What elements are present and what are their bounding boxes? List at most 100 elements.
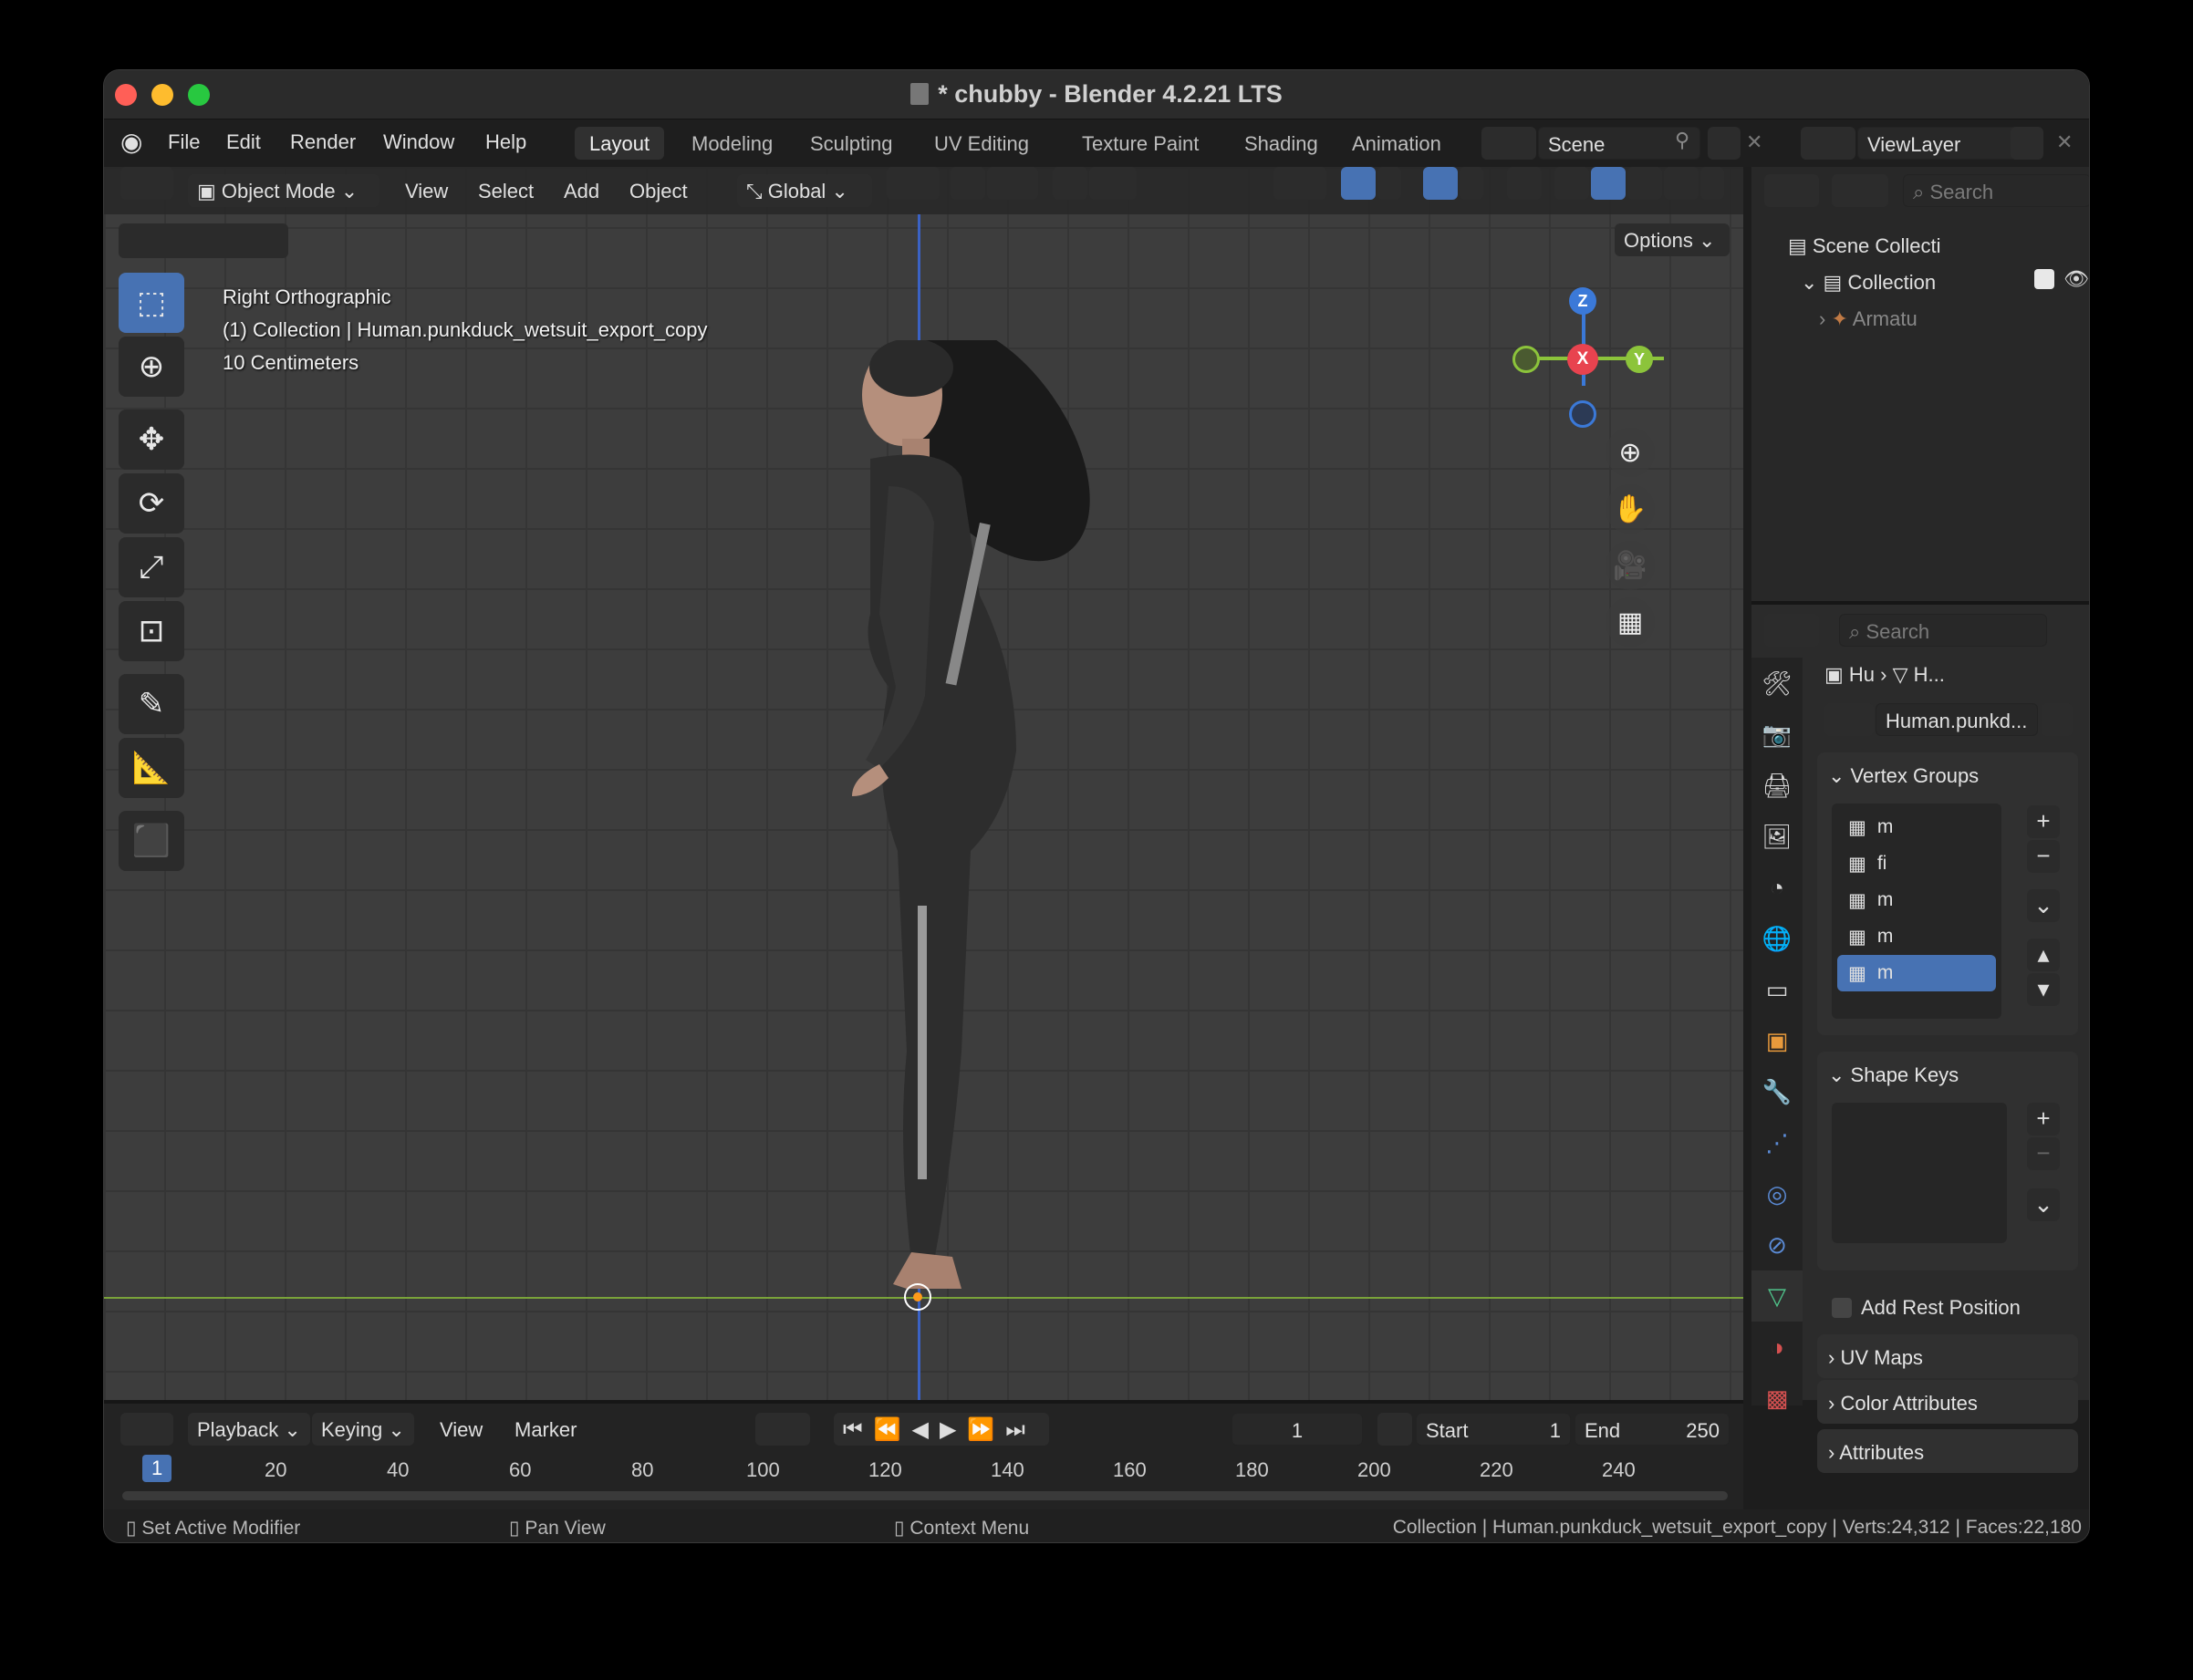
move-up-button[interactable]: ▴ [2027,939,2060,971]
output-tab-icon[interactable]: 🖨 [1751,760,1803,811]
texture-tab-icon[interactable]: ▩ [1751,1373,1803,1424]
object-tab-icon[interactable]: ▣ [1751,1015,1803,1066]
remove-shape-key-button[interactable]: − [2027,1137,2060,1170]
tab-modeling[interactable]: Modeling [677,127,787,160]
gizmo-z-axis[interactable]: Z [1569,287,1596,315]
shape-key-specials-button[interactable]: ⌄ [2027,1188,2060,1221]
visibility-icon[interactable] [1273,167,1326,200]
camera-view-icon[interactable]: 🎥 [1606,541,1655,590]
current-frame-field[interactable]: 1 [1232,1413,1363,1446]
ortho-toggle-icon[interactable]: ▦ [1606,597,1655,647]
add-rest-position-checkbox[interactable] [1832,1298,1852,1318]
eye-icon[interactable]: 👁 [2063,267,2089,291]
solid-shading-icon[interactable] [1591,167,1626,200]
add-rest-position-row[interactable]: Add Rest Position [1832,1296,2021,1320]
selection-mode-buttons[interactable] [119,223,288,258]
mesh-name-field[interactable]: Human.punkd... [1876,703,2038,736]
move-down-button[interactable]: ▾ [2027,973,2060,1006]
remove-vertex-group-button[interactable]: − [2027,840,2060,873]
overlays-toggle-icon[interactable] [1423,167,1458,200]
scene-collection-row[interactable]: ▤ Scene Collecti [1788,234,1941,258]
pin-icon[interactable]: ⚲ [1675,129,1689,152]
transform-orientation-dropdown[interactable]: ⤡ Global ⌄ [737,174,872,207]
view-layer-tab-icon[interactable]: 🖼 [1751,811,1803,862]
material-shading-icon[interactable] [1627,167,1662,200]
shading-dropdown-icon[interactable] [1700,167,1724,200]
3d-viewport[interactable]: ▣ Object Mode ⌄ View Select Add Object ⤡… [104,167,1743,1400]
mode-dropdown[interactable]: ▣ Object Mode ⌄ [188,174,379,207]
tab-uv-editing[interactable]: UV Editing [920,127,1044,160]
marker-menu[interactable]: Marker [505,1413,586,1446]
timeline-view-menu[interactable]: View [431,1413,492,1446]
start-frame-field[interactable]: Start 1 [1416,1413,1571,1446]
add-cube-tool[interactable]: ⬛ [119,811,184,871]
menu-file[interactable]: File [168,130,200,154]
fake-user-shield-icon[interactable] [2042,703,2073,736]
preview-range-icon[interactable] [1377,1413,1412,1446]
menu-render[interactable]: Render [290,130,356,154]
cursor-tool[interactable]: ⊕ [119,337,184,397]
vertex-group-item[interactable]: ▦ fi [1837,845,1996,882]
rendered-shading-icon[interactable] [1664,167,1699,200]
transform-tool[interactable]: ⊡ [119,601,184,661]
shape-keys-header[interactable]: ⌄ Shape Keys [1817,1052,2078,1097]
world-tab-icon[interactable]: 🌐 [1751,913,1803,964]
measure-tool[interactable]: 📐 [119,738,184,798]
overlays-dropdown-icon[interactable] [1460,167,1483,200]
tab-animation[interactable]: Animation [1337,127,1456,160]
gizmo-x-axis[interactable]: X [1567,344,1598,375]
playhead[interactable]: 1 [142,1455,172,1482]
particles-tab-icon[interactable]: ⋰ [1751,1117,1803,1168]
human-figure[interactable] [743,340,1217,1325]
pivot-point-icon[interactable] [887,167,940,200]
mesh-data-tab-icon[interactable]: ▽ [1751,1270,1803,1322]
menu-window[interactable]: Window [383,130,454,154]
snap-target-icon[interactable] [987,167,1038,200]
vertex-group-item[interactable]: ▦ m [1837,882,1996,918]
vertex-group-item[interactable]: ▦ m [1837,955,1996,991]
properties-editor-type-icon[interactable] [1764,614,1819,647]
zoom-icon[interactable]: ⊕ [1606,428,1655,477]
new-scene-icon[interactable] [1708,127,1741,160]
scene-tab-icon[interactable]: ◔ [1751,862,1803,913]
playback-controls[interactable]: ⏮⏪◀▶⏩⏭ [834,1413,1049,1446]
attributes-panel[interactable]: › Attributes [1817,1429,2078,1473]
material-tab-icon[interactable]: ◑ [1751,1322,1803,1373]
tab-shading[interactable]: Shading [1230,127,1333,160]
vertex-group-item[interactable]: ▦ m [1837,809,1996,845]
timeline-scrollbar[interactable] [122,1491,1728,1500]
snap-icon[interactable] [951,167,985,200]
menu-add[interactable]: Add [555,174,608,207]
playback-menu[interactable]: Playback ⌄ [188,1413,310,1446]
tab-sculpting[interactable]: Sculpting [795,127,908,160]
new-view-layer-icon[interactable] [2011,127,2043,160]
tool-tab-icon[interactable]: 🛠 [1751,658,1803,709]
menu-select[interactable]: Select [469,174,543,207]
collection-row[interactable]: ⌄ ▤ Collection [1801,271,1936,295]
uv-maps-panel[interactable]: › UV Maps [1817,1334,2078,1378]
editor-type-icon[interactable] [120,167,173,200]
pan-hand-icon[interactable]: ✋ [1606,484,1655,534]
physics-tab-icon[interactable]: ◎ [1751,1168,1803,1219]
keying-menu[interactable]: Keying ⌄ [312,1413,414,1446]
vertex-group-item[interactable]: ▦ m [1837,918,1996,955]
render-tab-icon[interactable]: 📷 [1751,709,1803,760]
modifier-tab-icon[interactable]: 🔧 [1751,1066,1803,1117]
end-frame-field[interactable]: End 250 [1575,1413,1730,1446]
collection-tab-icon[interactable]: ▭ [1751,964,1803,1015]
outliner-editor-type-icon[interactable] [1764,174,1819,207]
menu-object[interactable]: Object [620,174,697,207]
gizmo-toggle-icon[interactable] [1341,167,1376,200]
menu-view[interactable]: View [396,174,457,207]
collection-checkbox[interactable] [2034,269,2054,289]
vertex-groups-header[interactable]: ⌄ Vertex Groups [1817,752,2078,798]
color-attributes-panel[interactable]: › Color Attributes [1817,1380,2078,1424]
options-dropdown[interactable]: Options ⌄ [1615,223,1730,256]
mesh-browse-icon[interactable] [1824,703,1874,736]
wireframe-shading-icon[interactable] [1554,167,1589,200]
move-tool[interactable]: ✥ [119,410,184,470]
menu-edit[interactable]: Edit [226,130,261,154]
delete-scene-icon[interactable]: ✕ [1746,130,1762,154]
rotate-tool[interactable]: ⟳ [119,473,184,534]
gizmo-y-axis[interactable]: Y [1626,346,1653,373]
